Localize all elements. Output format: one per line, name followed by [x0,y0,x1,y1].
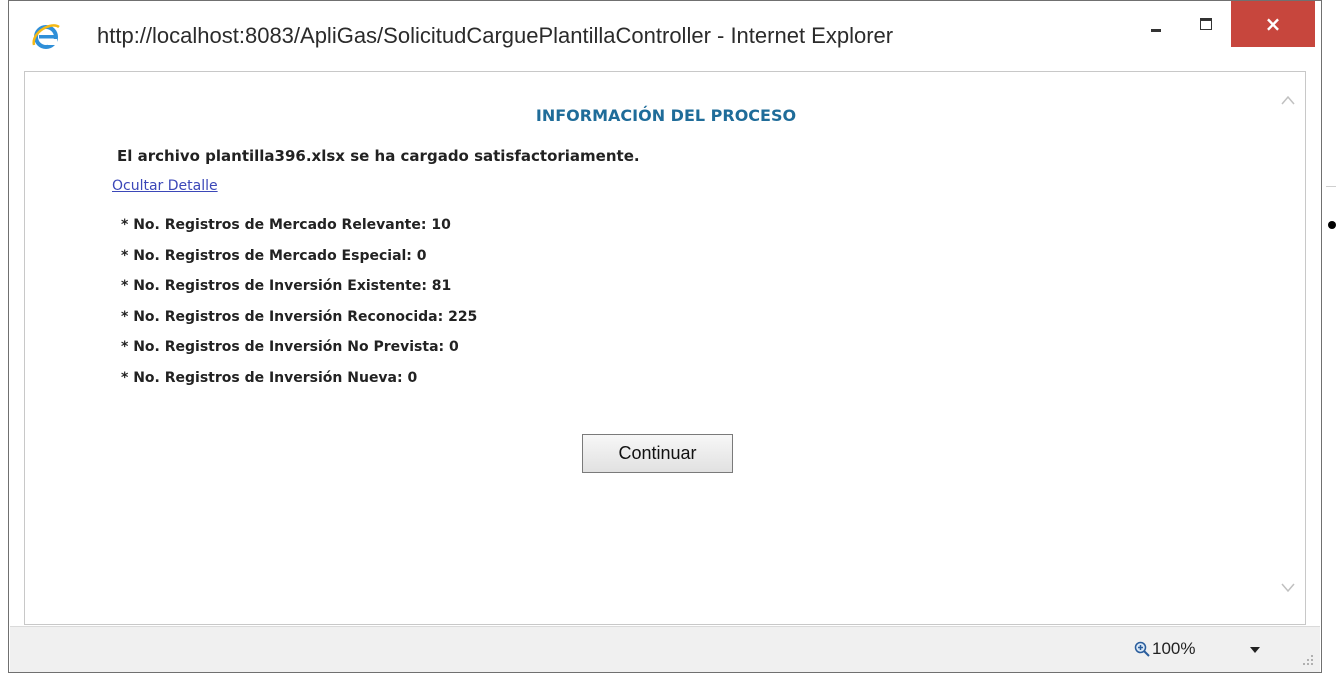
status-bar: 100% [10,626,1320,672]
zoom-dropdown-icon[interactable] [1250,647,1260,653]
dialog-heading: INFORMACIÓN DEL PROCESO [535,106,797,125]
title-bar[interactable]: http://localhost:8083/ApliGas/SolicitudC… [9,1,1321,69]
zoom-icon[interactable] [1134,641,1150,657]
continue-button[interactable]: Continuar [582,434,733,473]
internet-explorer-icon [32,24,60,49]
background-page [1322,0,1336,677]
stat-inversion-reconocida: * No. Registros de Inversión Reconocida:… [121,308,478,325]
upload-success-message: El archivo plantilla396.xlsx se ha carga… [117,147,640,165]
close-icon: × [1264,12,1282,36]
record-stats-list: * No. Registros de Mercado Relevante: 10… [121,215,477,398]
scroll-down-icon[interactable] [1281,580,1295,594]
minimize-button[interactable] [1139,9,1173,37]
dialog-content: INFORMACIÓN DEL PROCESO El archivo plant… [24,71,1306,625]
popup-window: http://localhost:8083/ApliGas/SolicitudC… [8,0,1322,673]
background-divider [1326,186,1336,187]
stat-mercado-relevante: * No. Registros de Mercado Relevante: 10 [121,217,451,233]
stat-mercado-especial: * No. Registros de Mercado Especial: 0 [121,247,427,264]
stat-inversion-existente: * No. Registros de Inversión Existente: … [121,278,452,294]
zoom-level[interactable]: 100% [1152,639,1195,659]
maximize-button[interactable] [1189,9,1223,37]
window-title: http://localhost:8083/ApliGas/SolicitudC… [97,23,894,48]
stat-inversion-no-prevista: * No. Registros de Inversión No Prevista… [121,339,459,355]
hide-detail-link[interactable]: Ocultar Detalle [112,178,218,194]
resize-grip-icon[interactable] [1302,654,1314,666]
background-bullet [1328,221,1336,229]
close-button[interactable]: × [1231,1,1315,47]
stat-inversion-nueva: * No. Registros de Inversión Nueva: 0 [121,369,418,386]
